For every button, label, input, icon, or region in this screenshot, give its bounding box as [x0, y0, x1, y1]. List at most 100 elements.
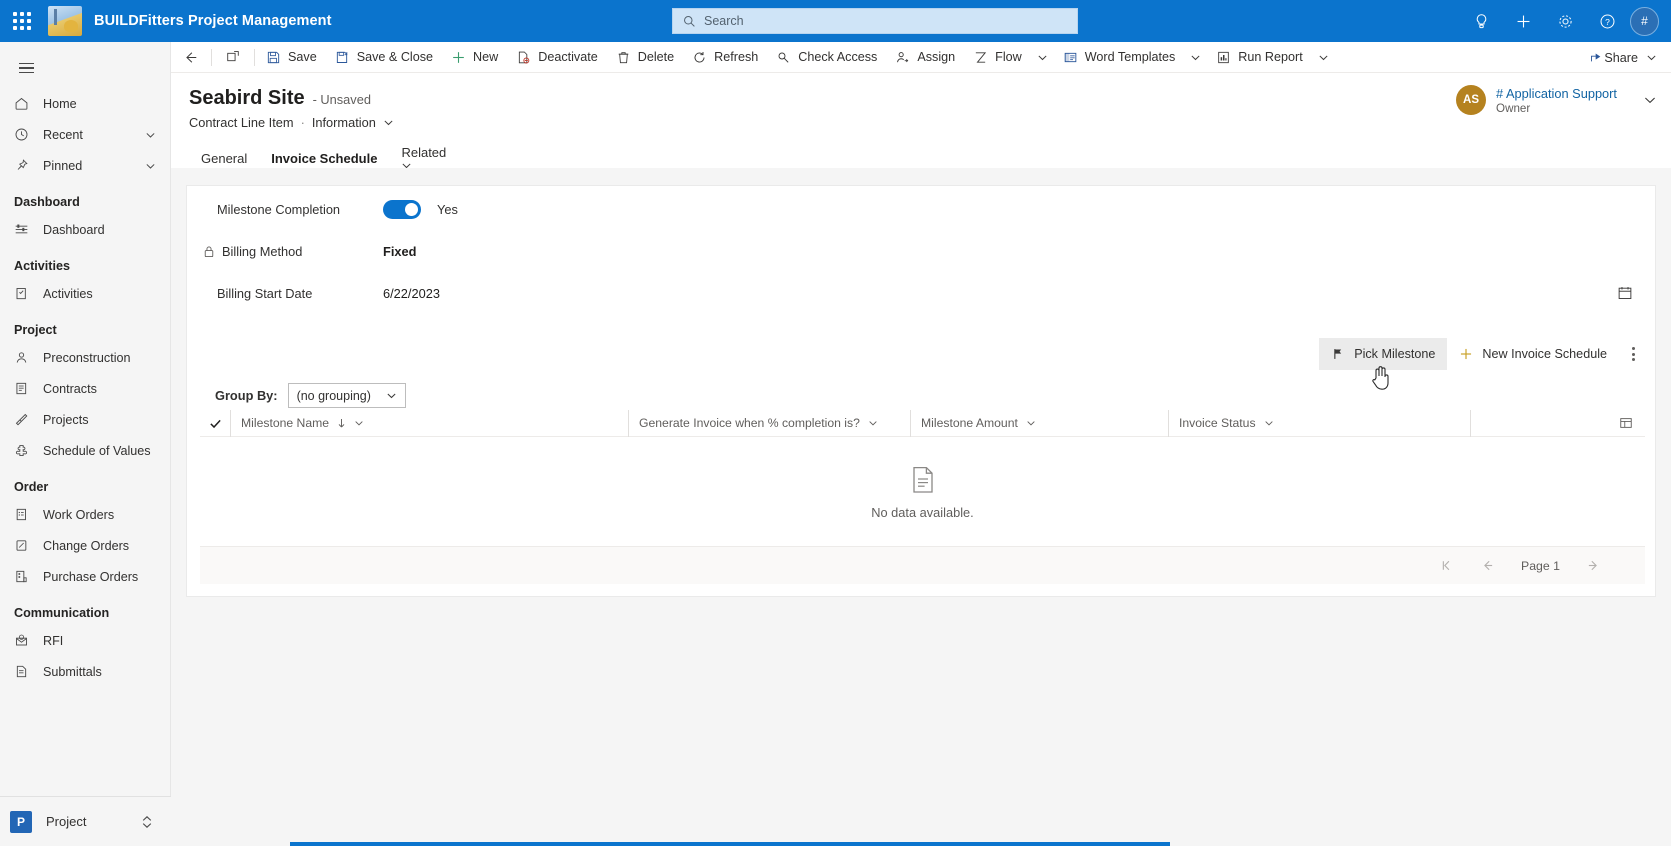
search-box[interactable]	[672, 8, 1078, 34]
refresh-button[interactable]: Refresh	[683, 42, 767, 73]
assign-button[interactable]: Assign	[886, 42, 964, 73]
sidebar-item-label: Contracts	[43, 381, 97, 396]
sidebar-item-home[interactable]: Home	[0, 88, 170, 119]
word-templates-button[interactable]: Word Templates	[1054, 42, 1185, 73]
tab-label: Invoice Schedule	[271, 150, 378, 166]
chevron-down-icon[interactable]	[868, 418, 878, 428]
sidebar-item-purchase-orders[interactable]: Purchase Orders	[0, 561, 170, 592]
select-all-checkmark-icon[interactable]	[200, 417, 230, 430]
refresh-label: Refresh	[714, 50, 759, 64]
empty-state: No data available.	[200, 440, 1645, 545]
nav-group-dashboard: Dashboard	[14, 195, 80, 209]
flow-button[interactable]: Flow	[964, 42, 1031, 73]
owner-chevron-down-icon[interactable]	[1643, 93, 1657, 107]
column-header-milestone-name[interactable]: Milestone Name	[230, 409, 628, 437]
plus-icon	[1459, 347, 1473, 361]
chevron-down-icon[interactable]	[1026, 418, 1036, 428]
change-order-icon	[14, 538, 32, 553]
new-invoice-schedule-button[interactable]: New Invoice Schedule	[1447, 338, 1619, 370]
record-owner[interactable]: AS # Application Support Owner	[1456, 85, 1657, 115]
sidebar-item-work-orders[interactable]: Work Orders	[0, 499, 170, 530]
sidebar-item-label: Preconstruction	[43, 350, 131, 365]
sidebar-item-activities[interactable]: Activities	[0, 278, 170, 309]
calendar-icon[interactable]	[1617, 285, 1633, 301]
new-button[interactable]: New	[442, 42, 507, 73]
group-by-select[interactable]: (no grouping)	[287, 383, 406, 408]
deactivate-button[interactable]: Deactivate	[507, 42, 607, 73]
share-button[interactable]: Share	[1581, 42, 1665, 73]
tab-label: General	[201, 150, 248, 166]
bottom-scroll-indicator[interactable]	[290, 842, 1170, 846]
column-options-icon[interactable]	[1619, 416, 1633, 430]
page-previous-button[interactable]	[1480, 559, 1495, 572]
form-selector-label[interactable]: Information	[312, 115, 376, 130]
work-order-icon	[14, 507, 32, 522]
delete-button[interactable]: Delete	[607, 42, 683, 73]
sidebar-item-rfi[interactable]: RFI	[0, 625, 170, 656]
save-icon	[266, 50, 281, 65]
chevron-down-icon[interactable]	[1264, 418, 1274, 428]
page-next-button[interactable]	[1586, 559, 1601, 572]
chevron-down-icon[interactable]	[145, 129, 156, 140]
top-app-bar: BUILDFitters Project Management ? #	[0, 0, 1671, 42]
billing-method-label-text: Billing Method	[222, 244, 303, 259]
save-button[interactable]: Save	[257, 42, 326, 73]
form-selector-chevron-down-icon[interactable]	[383, 117, 394, 128]
page-number-label: Page 1	[1521, 558, 1560, 573]
sidebar-item-label: Home	[43, 96, 77, 111]
gear-icon[interactable]	[1544, 0, 1586, 42]
sidebar-item-dashboard[interactable]: Dashboard	[0, 214, 170, 245]
run-report-button[interactable]: Run Report	[1207, 42, 1311, 73]
field-row-billing-method: Billing Method Fixed	[203, 244, 416, 259]
command-bar: Save Save & Close New Deactivate Delete …	[171, 42, 1671, 73]
sidebar-item-schedule-of-values[interactable]: Schedule of Values	[0, 435, 170, 466]
popout-icon[interactable]	[214, 42, 252, 73]
column-header-milestone-amount[interactable]: Milestone Amount	[910, 409, 1168, 437]
pick-milestone-button[interactable]: Pick Milestone	[1319, 338, 1448, 370]
help-icon[interactable]: ?	[1586, 0, 1628, 42]
owner-name[interactable]: # Application Support	[1496, 86, 1617, 101]
check-access-button[interactable]: Check Access	[767, 42, 886, 73]
area-switcher[interactable]: P Project	[0, 796, 171, 846]
sidebar-item-submittals[interactable]: Submittals	[0, 656, 170, 687]
unsaved-status: - Unsaved	[312, 92, 371, 107]
sidebar-item-change-orders[interactable]: Change Orders	[0, 530, 170, 561]
search-input[interactable]	[704, 9, 1077, 33]
toolbar-divider	[254, 48, 255, 66]
toolbar-divider	[211, 48, 212, 66]
sidebar-item-projects[interactable]: Projects	[0, 404, 170, 435]
run-report-chevron-down-icon[interactable]	[1312, 42, 1335, 73]
left-navigation: Home Recent Pinned Dashboard Dashboard A…	[0, 42, 171, 846]
milestone-completion-toggle[interactable]	[383, 200, 421, 219]
billing-start-date-value[interactable]: 6/22/2023	[383, 286, 440, 301]
app-launcher-button[interactable]	[0, 0, 44, 42]
chevron-down-icon[interactable]	[145, 160, 156, 171]
share-chevron-down-icon[interactable]	[1646, 52, 1657, 63]
column-header-generate-invoice-percent[interactable]: Generate Invoice when % completion is?	[628, 409, 910, 437]
nav-expand-button[interactable]	[6, 48, 46, 88]
area-switcher-icon[interactable]	[141, 815, 153, 829]
user-avatar[interactable]: #	[1630, 6, 1659, 36]
more-commands-icon[interactable]	[1619, 338, 1647, 370]
sidebar-item-recent[interactable]: Recent	[0, 119, 170, 150]
page-first-button[interactable]	[1439, 559, 1454, 572]
word-templates-chevron-down-icon[interactable]	[1184, 42, 1207, 73]
sidebar-item-pinned[interactable]: Pinned	[0, 150, 170, 181]
column-header-invoice-status[interactable]: Invoice Status	[1168, 409, 1470, 437]
save-and-close-button[interactable]: Save & Close	[326, 42, 442, 73]
sidebar-item-contracts[interactable]: Contracts	[0, 373, 170, 404]
back-arrow-icon[interactable]	[171, 42, 209, 73]
billing-method-label: Billing Method	[203, 244, 375, 259]
sidebar-item-label: Change Orders	[43, 538, 130, 553]
pin-icon	[14, 158, 32, 173]
plus-icon[interactable]	[1502, 0, 1544, 42]
flow-chevron-down-icon[interactable]	[1031, 42, 1054, 73]
save-label: Save	[288, 50, 317, 64]
chevron-down-icon[interactable]	[354, 418, 364, 428]
avatar: AS	[1456, 85, 1487, 115]
area-switcher-label: Project	[46, 814, 87, 829]
lightbulb-icon[interactable]	[1460, 0, 1502, 42]
flow-label: Flow	[995, 50, 1022, 64]
sidebar-item-preconstruction[interactable]: Preconstruction	[0, 342, 170, 373]
empty-state-text: No data available.	[871, 504, 974, 520]
